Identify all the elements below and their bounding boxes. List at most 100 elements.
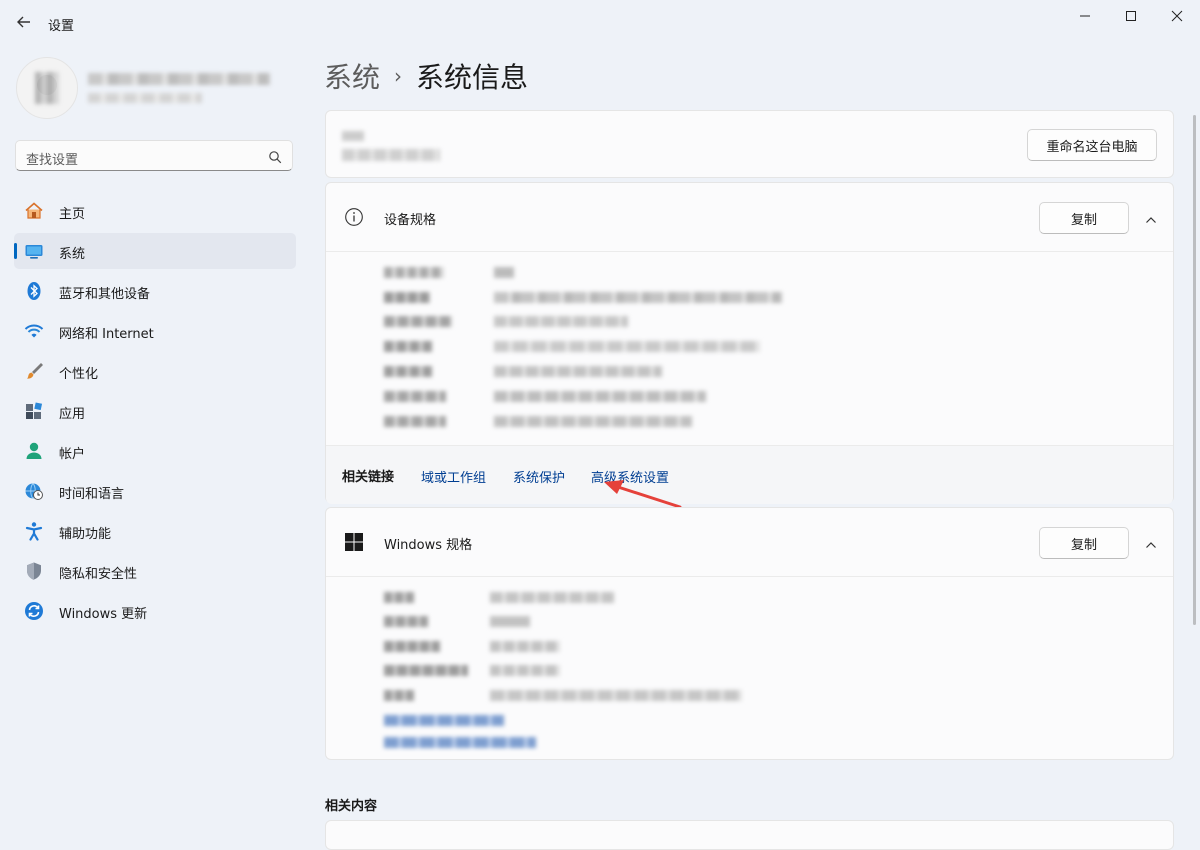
sidebar-item-network[interactable]: 网络和 Internet <box>14 313 296 349</box>
shield-icon <box>24 561 44 581</box>
sidebar-item-label: 主页 <box>59 207 86 222</box>
windows-logo-icon <box>344 532 364 552</box>
divider <box>326 576 1173 577</box>
home-icon <box>24 201 44 221</box>
accessibility-icon <box>24 521 44 541</box>
search-placeholder: 查找设置 <box>26 153 79 168</box>
spec-value-redacted <box>494 366 662 377</box>
sidebar-item-label: 蓝牙和其他设备 <box>59 287 151 302</box>
spec-label-redacted <box>384 341 432 352</box>
spec-value-redacted <box>494 292 782 303</box>
spec-value-redacted <box>494 416 692 427</box>
sidebar-item-accessibility[interactable]: 辅助功能 <box>14 513 296 549</box>
spec-label-redacted <box>384 366 432 377</box>
info-icon <box>344 207 364 227</box>
spec-label-redacted <box>384 616 428 627</box>
spec-label-redacted <box>384 292 430 303</box>
sidebar-item-accounts[interactable]: 帐户 <box>14 433 296 469</box>
sidebar-nav: 主页 系统 蓝牙和其他设备 网络和 Internet 个性化 应用 帐户 时间和… <box>14 193 296 633</box>
sidebar-item-personalization[interactable]: 个性化 <box>14 353 296 389</box>
sidebar-item-bluetooth[interactable]: 蓝牙和其他设备 <box>14 273 296 309</box>
user-email-redacted <box>88 93 202 103</box>
spec-label-redacted <box>384 391 446 402</box>
apps-icon <box>24 401 44 421</box>
brush-icon <box>24 361 44 381</box>
user-name-redacted <box>88 73 270 85</box>
license-link-redacted[interactable] <box>384 737 536 748</box>
sidebar-item-time-language[interactable]: 时间和语言 <box>14 473 296 509</box>
pc-name-card: 重命名这台电脑 <box>325 110 1174 178</box>
minimize-button[interactable] <box>1062 0 1108 32</box>
sidebar-item-label: 网络和 Internet <box>59 327 154 342</box>
sidebar-item-apps[interactable]: 应用 <box>14 393 296 429</box>
spec-value-redacted <box>490 616 530 627</box>
close-button[interactable] <box>1154 0 1200 32</box>
account-icon <box>24 441 44 461</box>
spec-label-redacted <box>384 592 414 603</box>
globe-clock-icon <box>24 481 44 501</box>
related-content-title: 相关内容 <box>325 799 378 814</box>
device-spec-card: 设备规格 复制 相关链接 域或工作组 系统保护 高级系统设置 <box>325 182 1174 504</box>
search-input[interactable]: 查找设置 <box>15 140 293 171</box>
page-title: 系统信息 <box>416 61 529 94</box>
sidebar-item-label: 应用 <box>59 407 86 422</box>
device-spec-header[interactable]: 设备规格 复制 <box>326 183 1173 251</box>
maximize-button[interactable] <box>1108 0 1154 32</box>
spec-value-redacted <box>490 641 560 652</box>
monitor-icon <box>24 241 44 261</box>
spec-value-redacted <box>490 592 614 603</box>
sidebar-item-label: Windows 更新 <box>59 607 148 622</box>
scrollbar[interactable] <box>1193 115 1196 625</box>
sidebar-item-label: 时间和语言 <box>59 487 125 502</box>
spec-value-redacted <box>490 690 742 701</box>
search-icon <box>268 149 282 164</box>
sidebar-item-home[interactable]: 主页 <box>14 193 296 229</box>
spec-value-redacted <box>490 665 560 676</box>
windows-spec-header[interactable]: Windows 规格 复制 <box>326 508 1173 576</box>
pc-name-redacted <box>342 131 364 141</box>
copy-windows-spec-button[interactable]: 复制 <box>1039 527 1129 559</box>
wifi-icon <box>24 321 44 341</box>
rename-pc-button[interactable]: 重命名这台电脑 <box>1027 129 1157 161</box>
related-links-label: 相关链接 <box>342 470 395 485</box>
sidebar-item-label: 辅助功能 <box>59 527 112 542</box>
windows-spec-title: Windows 规格 <box>384 538 473 553</box>
spec-label-redacted <box>384 416 446 427</box>
update-icon <box>24 601 44 621</box>
spec-value-redacted <box>494 316 628 327</box>
sidebar-item-label: 系统 <box>59 247 86 262</box>
copy-device-spec-button[interactable]: 复制 <box>1039 202 1129 234</box>
sidebar-item-system[interactable]: 系统 <box>14 233 296 269</box>
sidebar-item-label: 个性化 <box>59 367 99 382</box>
chevron-up-icon[interactable] <box>1145 536 1157 548</box>
windows-spec-card: Windows 规格 复制 <box>325 507 1174 760</box>
breadcrumb-separator: › <box>394 64 403 88</box>
back-arrow-icon[interactable] <box>12 10 36 34</box>
pc-model-redacted <box>342 149 440 161</box>
sidebar-item-label: 帐户 <box>59 447 86 462</box>
sidebar-item-privacy[interactable]: 隐私和安全性 <box>14 553 296 589</box>
license-link-redacted[interactable] <box>384 715 504 726</box>
title-bar: 设置 <box>0 0 1200 46</box>
link-system-protection[interactable]: 系统保护 <box>513 467 565 486</box>
bluetooth-icon <box>24 281 44 301</box>
sidebar-item-label: 隐私和安全性 <box>59 567 138 582</box>
breadcrumb-parent[interactable]: 系统 <box>324 61 380 94</box>
divider <box>326 251 1173 252</box>
breadcrumb: 系统 › 系统信息 <box>324 56 528 96</box>
avatar[interactable] <box>16 57 78 119</box>
related-links-bar: 相关链接 域或工作组 系统保护 高级系统设置 <box>326 445 1173 504</box>
spec-label-redacted <box>384 641 440 652</box>
spec-label-redacted <box>384 690 414 701</box>
spec-value-redacted <box>494 341 760 352</box>
sidebar-item-windows-update[interactable]: Windows 更新 <box>14 593 296 629</box>
spec-label-redacted <box>384 267 444 278</box>
spec-value-redacted <box>494 267 514 278</box>
link-domain-workgroup[interactable]: 域或工作组 <box>421 467 486 486</box>
device-spec-title: 设备规格 <box>384 213 437 228</box>
spec-label-redacted <box>384 316 452 327</box>
app-title: 设置 <box>48 19 75 34</box>
spec-value-redacted <box>494 391 706 402</box>
related-content-card <box>325 820 1174 850</box>
chevron-up-icon[interactable] <box>1145 211 1157 223</box>
